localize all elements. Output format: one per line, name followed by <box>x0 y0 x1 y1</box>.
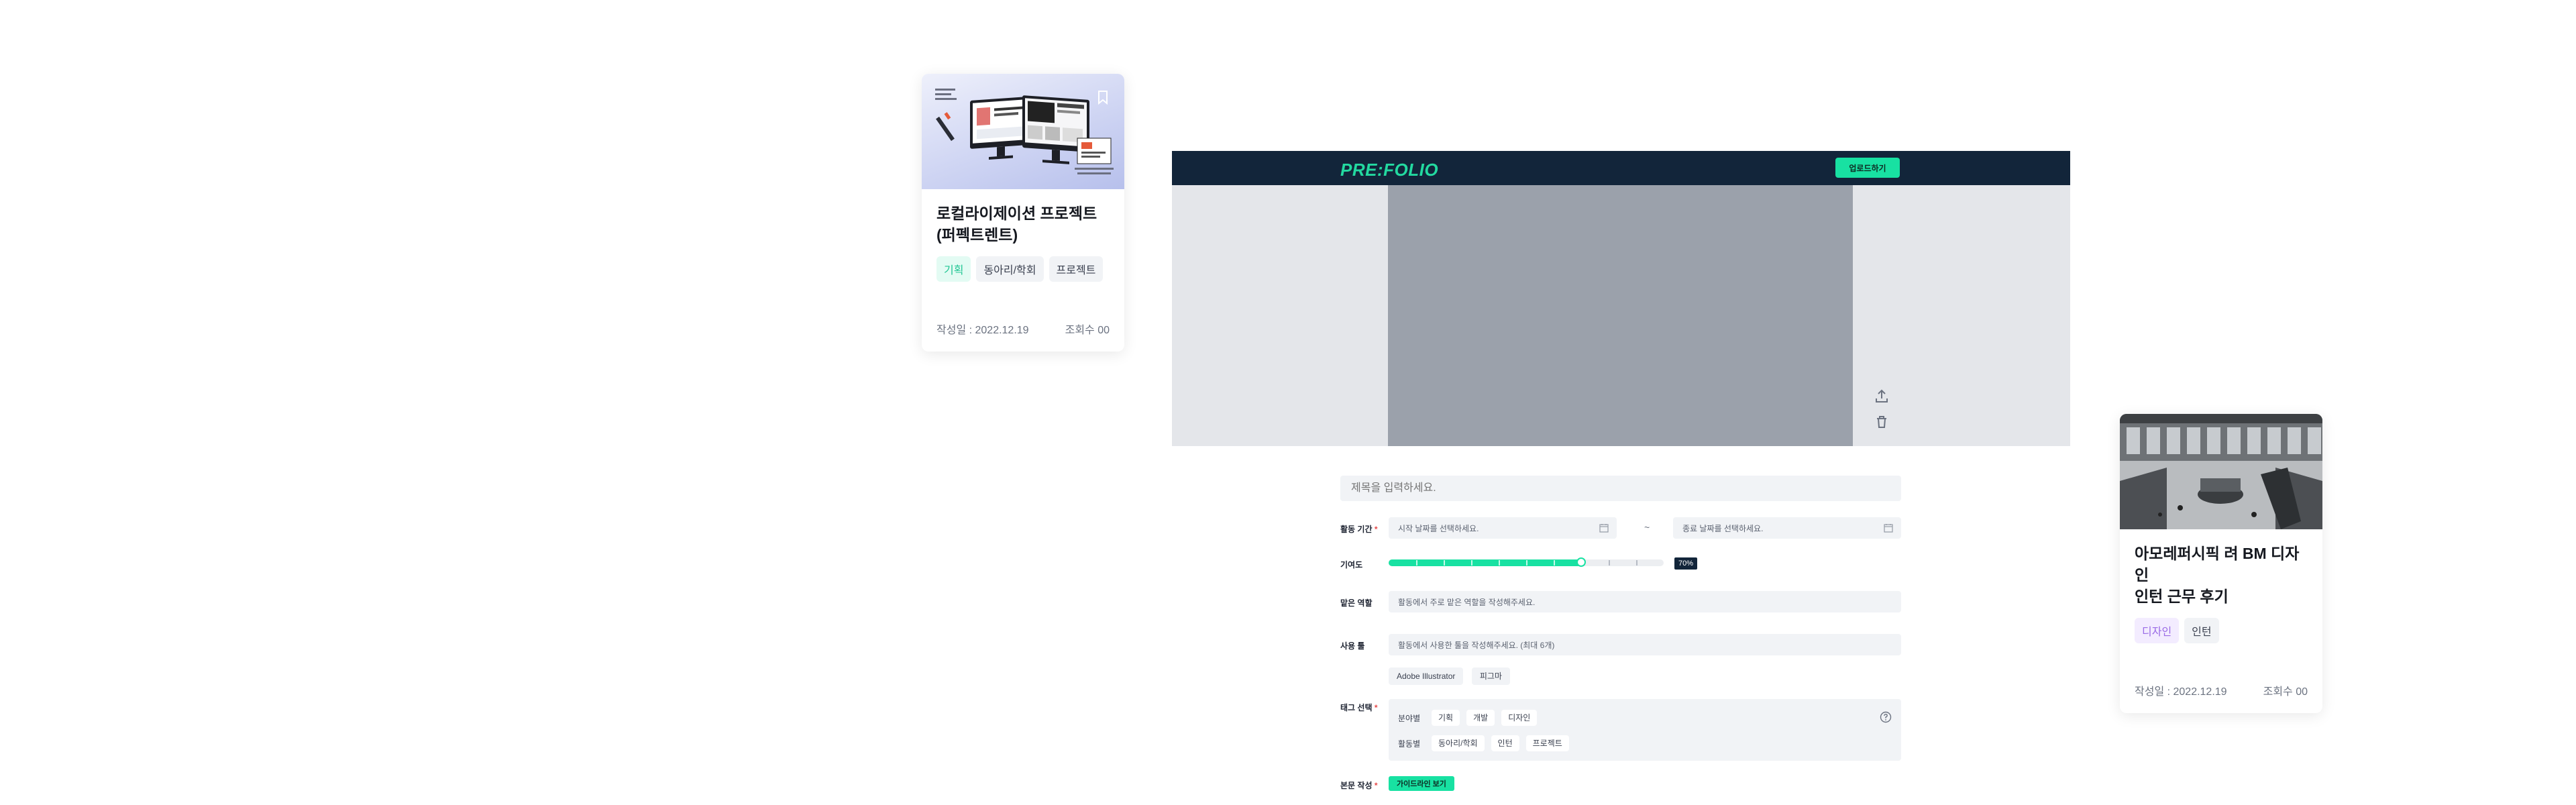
body-label-text: 본문 작성 <box>1340 781 1373 790</box>
tag-chip: 동아리/학회 <box>976 256 1044 282</box>
tag-row-activity: 활동별 동아리/학회 인턴 프로젝트 <box>1398 735 1569 751</box>
tag-select-label: 태그 선택 * <box>1340 702 1378 713</box>
trash-icon[interactable] <box>1873 413 1890 431</box>
role-label: 맡은 역할 <box>1340 598 1373 608</box>
end-date-placeholder: 종료 날짜를 선택하세요. <box>1682 523 1764 533</box>
card-views: 조회수 00 <box>2263 686 2308 698</box>
calendar-icon[interactable] <box>1884 523 1893 533</box>
portfolio-editor: PRE:FOLIO 업로드하기 활동 기간 * 시작 날짜를 선택하세요. ~ … <box>1172 151 2070 805</box>
required-mark: * <box>1374 525 1378 534</box>
card-views: 조회수 00 <box>1065 325 1110 336</box>
card-date: 작성일 : 2022.12.19 <box>936 325 1029 336</box>
tag-option[interactable]: 기획 <box>1432 710 1460 726</box>
contribution-tick <box>1636 560 1638 566</box>
tool-chip[interactable]: 피그마 <box>1471 667 1510 685</box>
monitor-mockup-image <box>935 89 1114 174</box>
tag-category: 활동별 <box>1398 739 1421 749</box>
card-thumbnail <box>922 74 1124 189</box>
card-tags: 디자인 인턴 <box>2135 618 2308 643</box>
contribution-tick <box>1416 560 1417 566</box>
editor-form: 활동 기간 * 시작 날짜를 선택하세요. ~ 종료 날짜를 선택하세요. 기여… <box>1340 476 1901 791</box>
contribution-tick <box>1526 560 1527 566</box>
period-label: 활동 기간 * <box>1340 523 1378 535</box>
start-date-field[interactable]: 시작 날짜를 선택하세요. <box>1389 517 1617 539</box>
contribution-fill <box>1389 559 1581 566</box>
start-date-placeholder: 시작 날짜를 선택하세요. <box>1398 523 1479 533</box>
card-meta: 작성일 : 2022.12.19 조회수 00 <box>936 321 1110 337</box>
bookmark-icon[interactable] <box>1097 90 1108 105</box>
body-row: 본문 작성 * 가이드라인 보기 <box>1340 776 1901 793</box>
help-icon[interactable] <box>1880 711 1892 723</box>
mall-interior-photo <box>2120 414 2322 529</box>
contribution-tick <box>1471 560 1472 566</box>
tag-select-label-text: 태그 선택 <box>1340 703 1373 712</box>
portfolio-card-localization[interactable]: 로컬라이제이션 프로젝트 (퍼펙트렌트) 기획 동아리/학회 프로젝트 작성일 … <box>922 74 1124 352</box>
title-input[interactable] <box>1340 476 1901 501</box>
role-placeholder: 활동에서 주로 맡은 역할을 작성해주세요. <box>1398 597 1536 607</box>
contribution-tick <box>1444 560 1445 566</box>
role-input[interactable]: 활동에서 주로 맡은 역할을 작성해주세요. <box>1389 591 1901 612</box>
tag-row-field: 분야별 기획 개발 디자인 <box>1398 710 1538 726</box>
tag-option[interactable]: 인턴 <box>1491 735 1519 751</box>
body-label: 본문 작성 * <box>1340 780 1378 791</box>
contribution-slider[interactable] <box>1389 557 1664 567</box>
portfolio-card-amorepacific[interactable]: 아모레퍼시픽 려 BM 디자인 인턴 근무 후기 디자인 인턴 작성일 : 20… <box>2120 414 2322 713</box>
end-date-field[interactable]: 종료 날짜를 선택하세요. <box>1673 517 1901 539</box>
period-separator: ~ <box>1644 522 1650 533</box>
tag-option[interactable]: 개발 <box>1466 710 1495 726</box>
tools-placeholder: 활동에서 사용한 툴을 작성해주세요. (최대 6개) <box>1398 640 1555 650</box>
contribution-handle[interactable] <box>1576 557 1586 567</box>
tool-chip[interactable]: Adobe Illustrator <box>1389 667 1464 685</box>
tag-chip: 인턴 <box>2184 618 2219 643</box>
upload-button[interactable]: 업로드하기 <box>1835 158 1900 178</box>
tools-label: 사용 툴 <box>1340 641 1365 651</box>
tools-row: 사용 툴 활동에서 사용한 툴을 작성해주세요. (최대 6개) <box>1340 634 1901 655</box>
tag-chip: 프로젝트 <box>1049 256 1104 282</box>
tag-chip: 기획 <box>936 256 971 282</box>
contribution-tick <box>1609 560 1610 566</box>
card-meta: 작성일 : 2022.12.19 조회수 00 <box>2135 682 2308 698</box>
contribution-value: 70% <box>1674 557 1698 570</box>
card-thumbnail <box>2120 414 2322 529</box>
tag-chip: 디자인 <box>2135 618 2180 643</box>
cover-image-placeholder[interactable] <box>1388 185 1853 446</box>
tag-select-row: 태그 선택 * 분야별 기획 개발 디자인 활동별 동아리/학회 인턴 프로젝트 <box>1340 699 1901 761</box>
prefolio-logo[interactable]: PRE:FOLIO <box>1340 160 1438 180</box>
period-row: 활동 기간 * 시작 날짜를 선택하세요. ~ 종료 날짜를 선택하세요. <box>1340 517 1901 539</box>
role-row: 맡은 역할 활동에서 주로 맡은 역할을 작성해주세요. <box>1340 591 1901 612</box>
upload-icon[interactable] <box>1873 388 1890 405</box>
tag-option[interactable]: 프로젝트 <box>1525 735 1569 751</box>
tag-option[interactable]: 디자인 <box>1501 710 1538 726</box>
card-title: 로컬라이제이션 프로젝트 (퍼펙트렌트) <box>936 205 1097 244</box>
calendar-icon[interactable] <box>1599 523 1609 533</box>
required-mark: * <box>1374 781 1378 790</box>
card-date: 작성일 : 2022.12.19 <box>2135 686 2227 698</box>
card-tags: 기획 동아리/학회 프로젝트 <box>936 256 1110 282</box>
cover-image-area <box>1172 185 2070 446</box>
guideline-button[interactable]: 가이드라인 보기 <box>1389 776 1454 791</box>
tools-input[interactable]: 활동에서 사용한 툴을 작성해주세요. (최대 6개) <box>1389 634 1901 655</box>
period-label-text: 활동 기간 <box>1340 525 1373 534</box>
tool-chips: Adobe Illustrator 피그마 <box>1389 667 1901 685</box>
contribution-row: 기여도 70% <box>1340 557 1901 570</box>
top-nav-bar: PRE:FOLIO 업로드하기 <box>1172 151 2070 185</box>
contribution-label: 기여도 <box>1340 560 1363 570</box>
tag-category: 분야별 <box>1398 713 1421 723</box>
contribution-tick <box>1554 560 1555 566</box>
card-title: 아모레퍼시픽 려 BM 디자인 인턴 근무 후기 <box>2135 545 2300 605</box>
required-mark: * <box>1374 703 1378 712</box>
tag-select-box: 분야별 기획 개발 디자인 활동별 동아리/학회 인턴 프로젝트 <box>1389 699 1901 761</box>
contribution-tick <box>1499 560 1500 566</box>
tag-option[interactable]: 동아리/학회 <box>1432 735 1485 751</box>
